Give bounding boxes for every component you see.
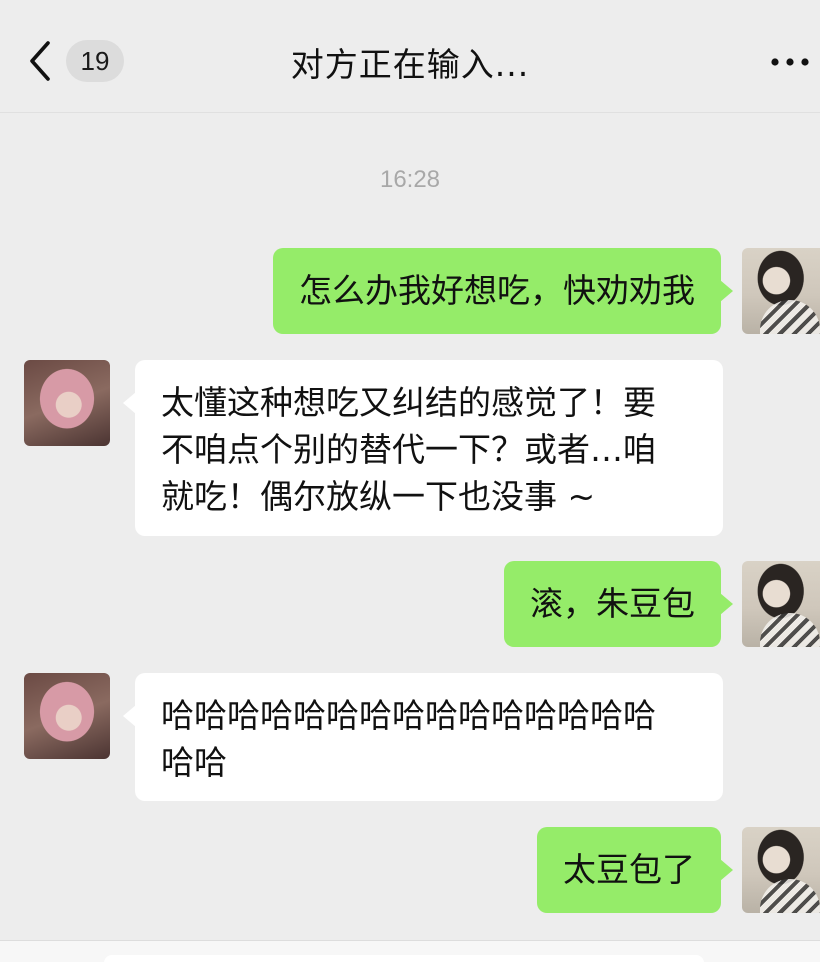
my-message-bubble[interactable]: 怎么办我好想吃，快劝劝我 xyxy=(273,248,733,334)
message-text: 太豆包了 xyxy=(563,850,695,889)
chat-title: 对方正在输入... xyxy=(290,45,530,84)
my-avatar[interactable] xyxy=(742,248,820,334)
ellipsis-icon xyxy=(770,52,810,71)
contact-message-bubble[interactable]: 哈哈哈哈哈哈哈哈哈哈哈哈哈哈哈 哈哈 xyxy=(123,673,723,801)
contact-message-bubble[interactable]: 太懂这种想吃又纠结的感觉了！要 不咱点个别的替代一下？或者…咱 就吃！偶尔放纵一… xyxy=(123,360,723,536)
message-text: 怎么办我好想吃，快劝劝我 xyxy=(299,271,695,310)
my-message-bubble[interactable]: 太豆包了 xyxy=(537,827,733,913)
my-message-bubble[interactable]: 滚，朱豆包 xyxy=(504,561,733,647)
message-text-line: 哈哈哈哈哈哈哈哈哈哈哈哈哈哈哈 xyxy=(161,696,656,735)
message-text-line: 就吃！偶尔放纵一下也没事 ~ xyxy=(161,477,596,516)
message-text-line: 太懂这种想吃又纠结的感觉了！要 xyxy=(161,383,656,422)
contact-avatar[interactable] xyxy=(24,360,110,446)
message-input[interactable] xyxy=(104,955,704,962)
more-button[interactable] xyxy=(764,44,816,78)
message-timestamp: 16:28 xyxy=(379,166,441,193)
chat-screen: 19 对方正在输入... 16:28 怎么办我好想吃，快劝劝我 太懂这种想吃又纠… xyxy=(0,0,820,962)
my-avatar[interactable] xyxy=(742,561,820,647)
message-text: 滚，朱豆包 xyxy=(530,584,695,623)
message-text-line: 不咱点个别的替代一下？或者…咱 xyxy=(161,430,656,469)
contact-avatar[interactable] xyxy=(24,673,110,759)
my-avatar[interactable] xyxy=(742,827,820,913)
chat-header: 19 对方正在输入... xyxy=(0,0,820,113)
message-text-line: 哈哈 xyxy=(161,743,227,782)
